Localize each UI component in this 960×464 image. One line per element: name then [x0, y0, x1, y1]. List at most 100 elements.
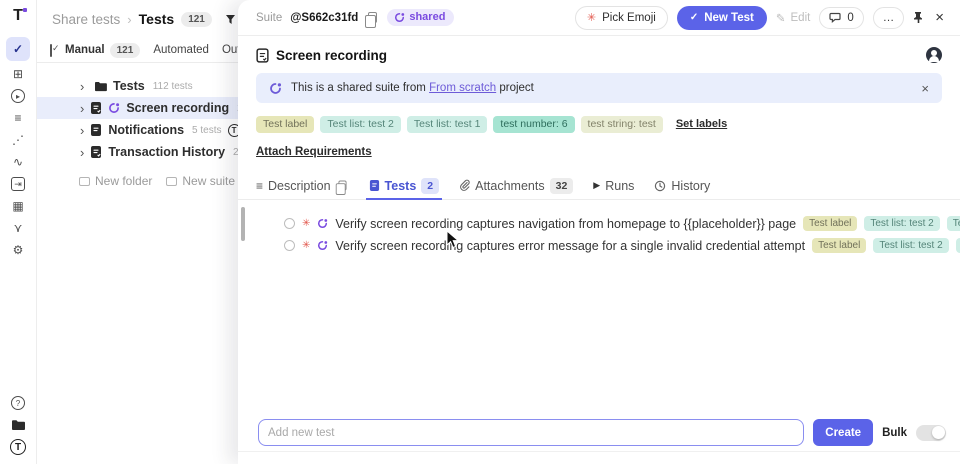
nav-settings-icon[interactable]: ⚙ — [6, 239, 30, 261]
tab-manual-label: Manual — [65, 44, 105, 56]
new-folder-label: New folder — [95, 174, 152, 188]
new-suite-icon — [166, 177, 177, 186]
nav-branches-icon[interactable]: ⋎ — [6, 217, 30, 239]
nav-import-icon[interactable]: ⇥ — [6, 173, 30, 195]
suite-doc-icon — [90, 101, 102, 115]
scrollbar-thumb[interactable] — [241, 207, 245, 241]
test-select-radio[interactable] — [284, 240, 295, 251]
tree-row-tests[interactable]: › Tests 112 tests — [37, 75, 238, 97]
shared-test-icon — [317, 218, 328, 229]
set-labels-link[interactable]: Set labels — [676, 118, 727, 130]
select-all-checkbox-icon[interactable] — [50, 44, 52, 57]
help-icon[interactable]: ? — [6, 392, 30, 414]
dismiss-banner-icon[interactable]: × — [921, 81, 929, 96]
tab-description[interactable]: ≡ Description — [256, 173, 349, 199]
nav-analytics-icon[interactable]: ∿ — [6, 151, 30, 173]
tab-out-of[interactable]: Out o — [222, 44, 238, 56]
profile-avatar[interactable]: T — [6, 436, 30, 458]
tab-runs[interactable]: ▶ Runs — [593, 173, 634, 199]
close-panel-icon[interactable]: × — [933, 9, 946, 26]
copy-description-icon[interactable] — [338, 181, 346, 191]
pick-emoji-button[interactable]: ✳ Pick Emoji — [575, 6, 668, 30]
tests-count-badge: 121 — [181, 12, 212, 27]
tab-history[interactable]: History — [654, 173, 710, 199]
test-label-chip: Test list: test 1 — [947, 216, 960, 231]
tree-tab-bar: Manual 121 Automated Out o — [37, 38, 238, 63]
filter-icon — [225, 14, 236, 25]
projects-folder-icon[interactable] — [6, 414, 30, 436]
tab-attachments[interactable]: Attachments 32 — [459, 173, 573, 199]
suite-doc-icon — [90, 145, 102, 159]
new-test-button[interactable]: ✓ New Test — [677, 6, 767, 30]
pick-emoji-label: Pick Emoji — [602, 12, 656, 24]
pin-button[interactable] — [913, 11, 924, 24]
tab-description-label: Description — [268, 179, 331, 193]
label-chip: test string: test — [581, 116, 663, 133]
test-select-radio[interactable] — [284, 218, 295, 229]
check-icon: ✓ — [690, 12, 698, 23]
create-button[interactable]: Create — [813, 419, 873, 446]
new-folder-button[interactable]: New folder — [79, 174, 152, 188]
tab-manual[interactable]: Manual 121 — [65, 43, 140, 58]
breadcrumb: Share tests › Tests 121 × — [37, 0, 238, 38]
attach-requirements-link[interactable]: Attach Requirements — [256, 146, 372, 158]
suite-id: @S662c31fd — [290, 12, 358, 24]
shared-test-icon — [317, 240, 328, 251]
chevron-right-icon[interactable]: › — [80, 102, 84, 115]
emoji-icon: ✳ — [587, 11, 596, 24]
shared-suite-icon — [108, 102, 120, 114]
shared-icon — [269, 82, 282, 95]
suite-tree: › Tests 112 tests › Screen recording 2 t… — [37, 63, 238, 188]
watcher-avatar[interactable] — [926, 47, 942, 63]
bulk-toggle[interactable] — [916, 425, 946, 441]
nav-steps-icon[interactable]: ⋰ — [6, 129, 30, 151]
test-row[interactable]: ✳ Verify screen recording captures error… — [284, 235, 946, 257]
label-chip: Test list: test 1 — [407, 116, 488, 133]
tab-tests[interactable]: Tests 2 — [369, 173, 440, 199]
tree-row-transaction-history[interactable]: › Transaction History 2 tests T — [37, 141, 238, 163]
chevron-right-icon[interactable]: › — [80, 124, 84, 137]
test-row[interactable]: ✳ Verify screen recording captures navig… — [284, 213, 946, 235]
tab-automated[interactable]: Automated — [153, 44, 209, 56]
doc-icon — [369, 179, 380, 192]
nav-runs-icon[interactable]: ▸ — [6, 85, 30, 107]
add-test-footer: Create Bulk — [258, 419, 946, 446]
pin-icon — [913, 11, 924, 24]
shared-badge[interactable]: shared — [387, 9, 454, 26]
comments-button[interactable]: 0 — [819, 7, 863, 29]
tree-row-notifications[interactable]: › Notifications 5 tests T notific — [37, 119, 238, 141]
test-title[interactable]: Verify screen recording captures navigat… — [335, 217, 796, 231]
comment-icon — [829, 12, 842, 24]
app-icon-rail: T ✓ ⊞ ▸ ≡ ⋰ ∿ ⇥ ▦ ⋎ ⚙ ? T — [0, 0, 37, 464]
test-emoji-icon: ✳ — [302, 218, 310, 229]
banner-suffix: project — [499, 82, 534, 94]
tab-tests-count: 2 — [421, 178, 439, 194]
suite-name: Transaction History — [108, 145, 225, 159]
nav-reports-icon[interactable]: ▦ — [6, 195, 30, 217]
app-logo[interactable]: T — [13, 7, 23, 25]
chevron-right-icon[interactable]: › — [80, 146, 84, 159]
source-project-link[interactable]: From scratch — [429, 82, 496, 94]
panel-bottom-divider — [238, 451, 960, 452]
breadcrumb-current[interactable]: Tests — [139, 11, 175, 27]
chevron-right-icon[interactable]: › — [80, 80, 88, 93]
filter-chip[interactable]: × — [225, 12, 238, 27]
tree-row-screen-recording[interactable]: › Screen recording 2 tests — [37, 97, 238, 119]
more-actions-button[interactable]: … — [873, 7, 905, 29]
breadcrumb-parent[interactable]: Share tests — [52, 12, 120, 27]
test-title[interactable]: Verify screen recording captures error m… — [335, 239, 805, 253]
add-new-test-input[interactable] — [258, 419, 804, 446]
tab-runs-label: Runs — [605, 179, 634, 193]
nav-results-icon[interactable]: ≡ — [6, 107, 30, 129]
nav-tests-icon[interactable]: ✓ — [6, 37, 30, 61]
new-suite-button[interactable]: New suite — [166, 174, 235, 188]
suite-name: Screen recording — [126, 101, 229, 115]
edit-button[interactable]: ✎ Edit — [776, 11, 810, 25]
nav-test-plans-icon[interactable]: ⊞ — [6, 63, 30, 85]
copy-suite-id-icon[interactable] — [368, 12, 377, 23]
shared-icon — [394, 12, 405, 23]
ellipsis-icon: … — [883, 12, 895, 24]
comment-count: 0 — [847, 12, 853, 24]
tab-attachments-label: Attachments — [475, 179, 544, 193]
suite-doc-icon — [90, 123, 102, 137]
